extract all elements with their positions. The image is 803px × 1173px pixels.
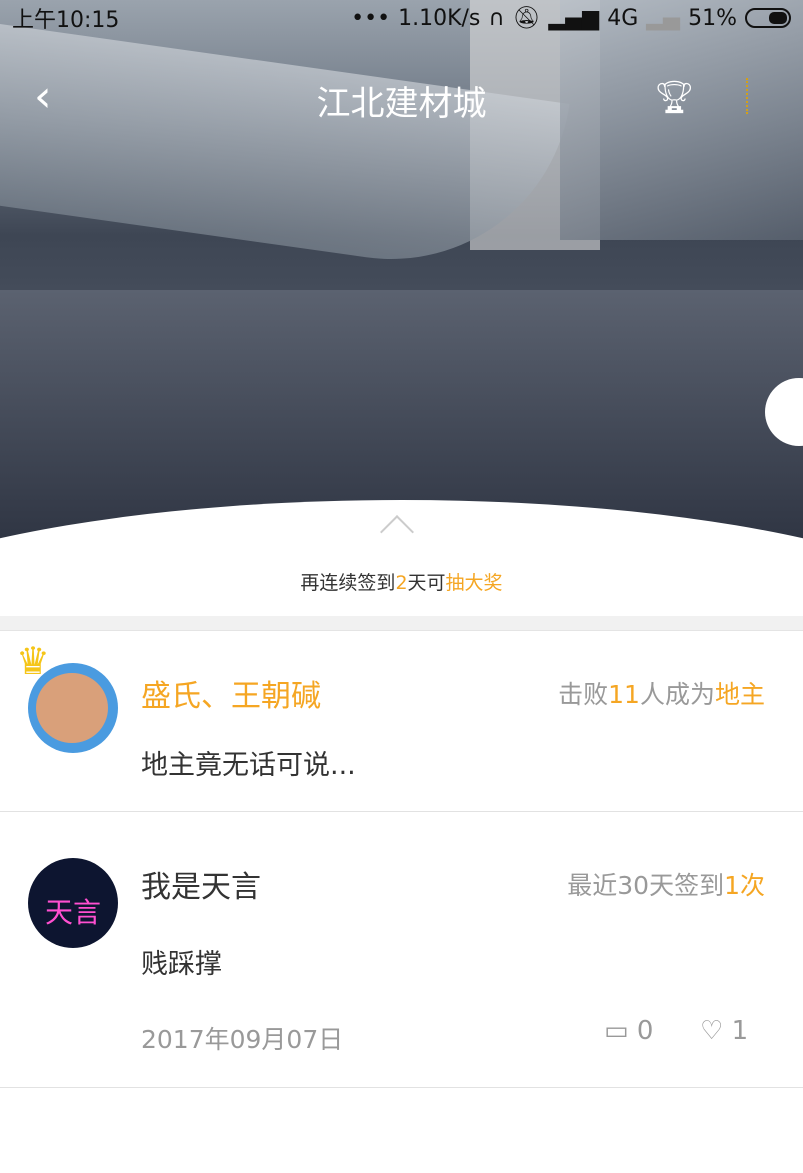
network-speed: 1.10K/s	[398, 5, 481, 31]
trophy-icon[interactable]: 🏆︎	[654, 78, 695, 116]
battery-icon	[745, 8, 791, 28]
landlord-text: 地主竟无话可说...	[141, 750, 356, 781]
like-button[interactable]: ♡ 1	[700, 1016, 748, 1046]
mute-icon: 🔕︎	[512, 5, 541, 31]
more-status-icon: •••	[351, 5, 391, 31]
tip-prize: 抽大奖	[445, 572, 503, 594]
like-count: 1	[731, 1016, 749, 1046]
user-name[interactable]: 我是天言	[141, 862, 261, 906]
avatar[interactable]: 天言	[28, 858, 118, 948]
status-time: 上午10:15	[12, 8, 120, 33]
user-name[interactable]: 盛氏、王朝碱	[141, 671, 321, 715]
comment-count: 0	[636, 1016, 654, 1046]
comment-icon: ▭	[604, 1016, 629, 1046]
landlord-meta: 击败11人成为地主	[558, 680, 765, 709]
signin-meta: 最近30天签到1次	[567, 871, 765, 900]
signal-icon: ▂▄▆	[548, 5, 600, 31]
signin-tip[interactable]: 再连续签到2天可抽大奖	[0, 568, 803, 595]
battery-percent: 51%	[688, 5, 737, 31]
heart-icon: ♡	[700, 1016, 724, 1046]
status-bar: 上午10:15 ••• 1.10K/s ∩ 🔕︎ ▂▄▆ 4G ▂▄ 51%	[0, 0, 803, 36]
tip-text2: 天可	[407, 572, 446, 594]
post-date: 2017年09月07日	[141, 1025, 344, 1054]
tip-text: 再连续签到	[300, 572, 396, 594]
crown-icon: ♛	[16, 639, 51, 683]
tip-days: 2	[395, 572, 408, 594]
bear-face	[36, 673, 108, 743]
section-gap	[0, 616, 803, 631]
signal2-icon: ▂▄	[646, 5, 681, 31]
more-icon[interactable]	[746, 78, 752, 114]
comment-button[interactable]: ▭ 0	[604, 1016, 653, 1046]
headset-icon: ∩	[488, 5, 505, 31]
network-type: 4G	[607, 5, 639, 31]
post-row[interactable]: 天言 我是天言 最近30天签到1次 贱踩撑 2017年09月07日 ▭ 0 ♡ …	[0, 812, 803, 1088]
landlord-row[interactable]: ♛ 盛氏、王朝碱 击败11人成为地主 地主竟无话可说...	[0, 631, 803, 812]
post-text: 贱踩撑	[141, 949, 222, 980]
nav-bar: ‹ 江北建材城 🏆︎	[0, 66, 803, 132]
